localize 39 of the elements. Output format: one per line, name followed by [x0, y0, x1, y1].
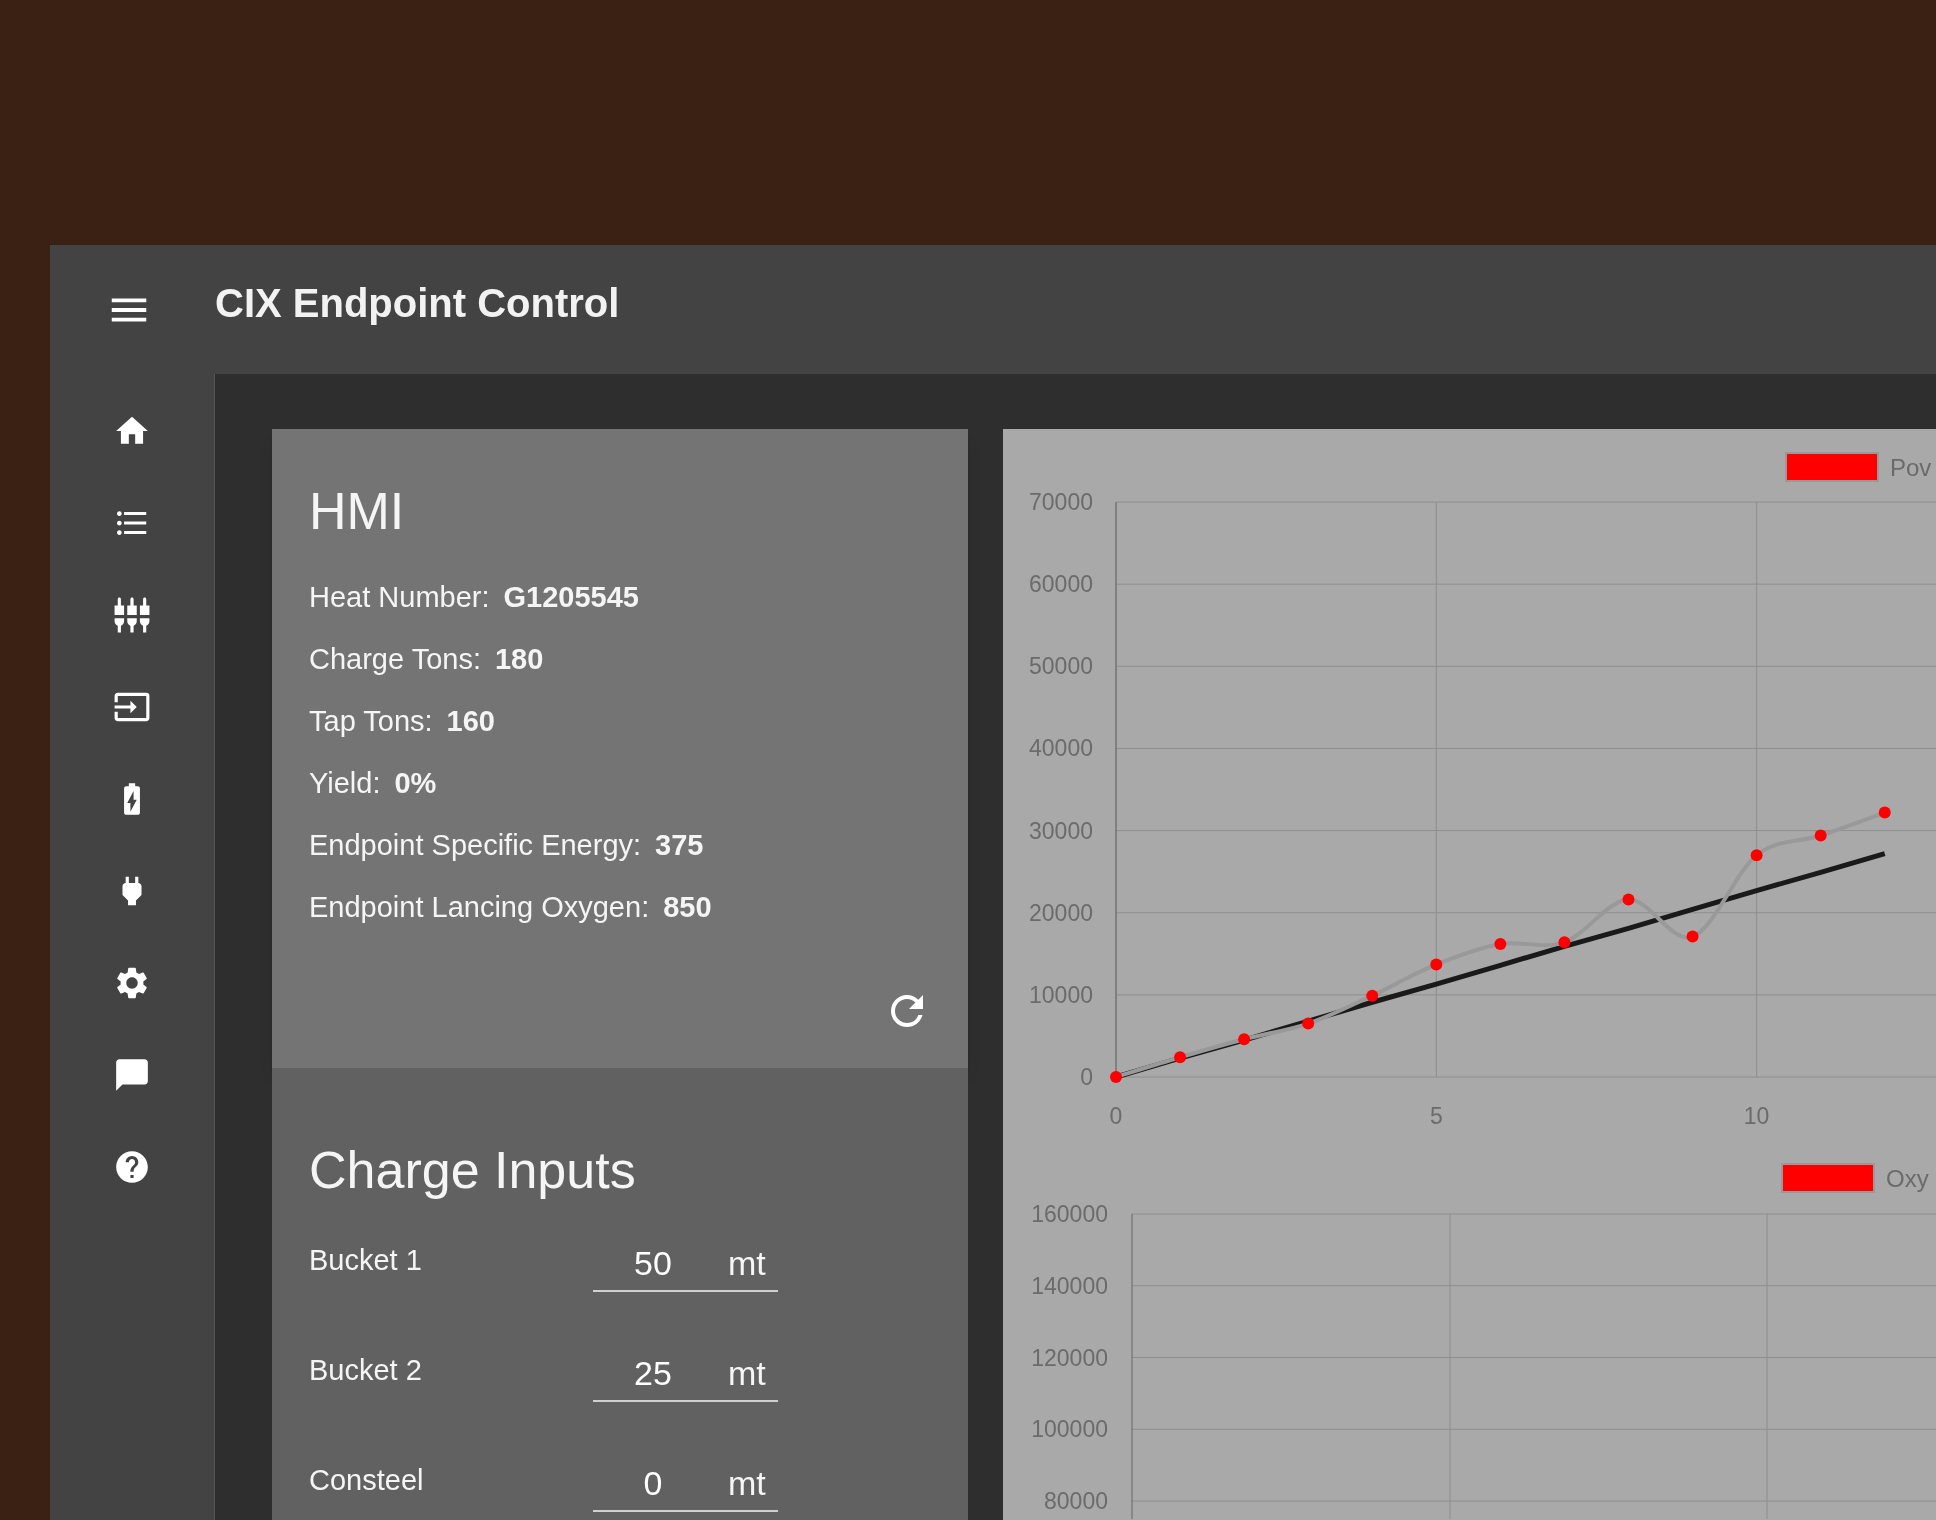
axis-label: 0: [1109, 1103, 1123, 1129]
field-value: 375: [655, 828, 704, 863]
field-label: Tap Tons:: [309, 704, 433, 739]
axis-label: 30000: [1029, 817, 1093, 844]
field-label: Endpoint Specific Energy:: [309, 828, 642, 863]
axis-label: 0: [1080, 1064, 1093, 1090]
axis-label: 10: [1743, 1103, 1770, 1129]
input-label: Consteel: [309, 1463, 425, 1498]
field-label: Yield:: [309, 766, 381, 801]
input-field[interactable]: 0: [593, 1462, 713, 1504]
app-title: CIX Endpoint Control: [215, 279, 620, 327]
input-field[interactable]: 50: [593, 1242, 713, 1284]
input-label: Bucket 1: [309, 1243, 423, 1278]
field-value: 850: [663, 890, 712, 925]
axis-label: 10000: [1029, 981, 1093, 1008]
axis-label: 100000: [1031, 1416, 1108, 1443]
axis-label: 140000: [1031, 1272, 1108, 1299]
unit-label: mt: [728, 1353, 766, 1394]
axis-label: 5: [1429, 1103, 1443, 1129]
field-value: 160: [446, 704, 495, 739]
axis-label: 120000: [1031, 1344, 1108, 1371]
axis-label: 20000: [1029, 899, 1093, 926]
unit-label: mt: [728, 1243, 766, 1284]
field-value: G1205545: [503, 580, 639, 615]
axis-label: 160000: [1031, 1201, 1108, 1227]
axis-label: 50000: [1029, 653, 1093, 680]
input-label: Bucket 2: [309, 1353, 423, 1388]
axis-label: 70000: [1029, 489, 1093, 515]
unit-label: mt: [728, 1463, 766, 1504]
axis-label: 40000: [1029, 735, 1093, 762]
axis-label: 60000: [1029, 571, 1093, 598]
card-title: HMI: [309, 485, 406, 537]
field-label: Charge Tons:: [309, 642, 481, 677]
field-label: Endpoint Lancing Oxygen:: [309, 890, 650, 925]
field-value: 180: [494, 642, 544, 677]
field-value: 0%: [394, 766, 437, 801]
field-label: Heat Number:: [309, 580, 490, 615]
input-field[interactable]: 25: [593, 1352, 713, 1394]
axis-label: 80000: [1044, 1488, 1108, 1515]
